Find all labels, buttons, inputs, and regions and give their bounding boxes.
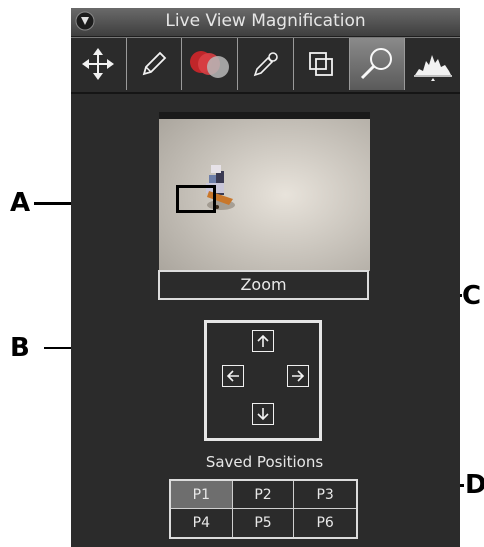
arrow-down-icon bbox=[257, 408, 269, 421]
toolbar bbox=[71, 37, 460, 92]
move-icon bbox=[82, 48, 115, 80]
arrow-down-button[interactable] bbox=[252, 403, 274, 425]
focus-area-box[interactable] bbox=[176, 185, 216, 213]
saved-positions-grid: P1 P2 P3 P4 P5 P6 bbox=[169, 479, 358, 539]
eyedropper-icon bbox=[253, 52, 278, 77]
callout-b: B bbox=[10, 333, 30, 363]
callout-c: C bbox=[462, 281, 482, 311]
histogram-icon bbox=[413, 55, 452, 81]
eyedropper-tool-button[interactable] bbox=[238, 38, 294, 90]
zoom-button[interactable]: Zoom bbox=[158, 270, 369, 300]
callout-a: A bbox=[10, 188, 31, 218]
live-view-panel: Live View Magnification Zoom Saved Posit… bbox=[71, 8, 460, 547]
saved-positions-label: Saved Positions bbox=[205, 453, 324, 471]
saved-position-p5[interactable]: P5 bbox=[233, 509, 295, 537]
saved-position-p4[interactable]: P4 bbox=[171, 509, 233, 537]
saved-position-p2[interactable]: P2 bbox=[232, 481, 295, 509]
direction-pad bbox=[204, 320, 322, 441]
callout-d: D bbox=[465, 470, 484, 500]
saved-position-p3[interactable]: P3 bbox=[294, 481, 356, 509]
magnifier-icon bbox=[360, 48, 392, 80]
arrow-up-icon bbox=[257, 334, 269, 347]
pencil-tool-button[interactable] bbox=[127, 38, 183, 90]
arrow-left-icon bbox=[226, 370, 239, 382]
arrow-up-button[interactable] bbox=[252, 330, 274, 352]
overlay-squares-icon bbox=[309, 52, 334, 76]
overlay-tool-button[interactable] bbox=[294, 38, 350, 90]
arrow-right-button[interactable] bbox=[287, 365, 309, 387]
arrow-right-icon bbox=[292, 370, 305, 382]
color-tool-button[interactable] bbox=[182, 38, 239, 90]
color-circles-icon bbox=[189, 51, 229, 78]
toolbar-divider bbox=[71, 92, 460, 94]
pencil-icon bbox=[142, 51, 167, 76]
title-bar: Live View Magnification bbox=[71, 8, 460, 37]
histogram-tool-button[interactable] bbox=[405, 38, 460, 90]
saved-position-p6[interactable]: P6 bbox=[294, 509, 356, 537]
magnify-tool-button[interactable] bbox=[349, 38, 406, 90]
saved-position-p1[interactable]: P1 bbox=[171, 481, 233, 509]
window-title: Live View Magnification bbox=[165, 11, 366, 31]
arrow-left-button[interactable] bbox=[222, 365, 244, 387]
move-tool-button[interactable] bbox=[71, 38, 127, 90]
